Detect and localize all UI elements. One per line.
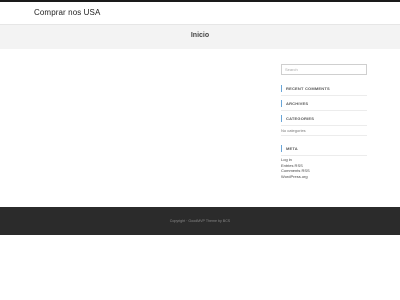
page-banner: Inicio [0, 24, 400, 49]
site-footer: Copyright · GoodMVP Theme by BCS [0, 207, 400, 235]
widget-divider [281, 155, 367, 156]
site-header: Comprar nos USA [0, 2, 400, 24]
widget-divider [281, 95, 367, 96]
meta-link-comments-rss[interactable]: Comments RSS [281, 168, 310, 174]
footer-copyright: Copyright · GoodMVP Theme by BCS [169, 219, 231, 223]
widget-divider [281, 110, 367, 111]
no-categories-text: No categories [281, 128, 306, 133]
site-title-link[interactable]: Comprar nos USA [34, 8, 100, 17]
search-input[interactable] [281, 64, 367, 75]
widget-title-archives: ARCHIVES [281, 100, 367, 107]
meta-link-wordpress-org[interactable]: WordPress.org [281, 174, 310, 180]
widget-title-recent-comments: RECENT COMMENTS [281, 85, 367, 92]
widget-divider [281, 135, 367, 136]
widget-title-meta: META [281, 145, 367, 152]
widget-divider [281, 125, 367, 126]
sidebar: RECENT COMMENTS ARCHIVES CATEGORIES No c… [281, 64, 367, 179]
widget-title-categories: CATEGORIES [281, 115, 367, 122]
meta-links-list: Log in Entries RSS Comments RSS WordPres… [281, 157, 310, 179]
page-title: Inicio [190, 32, 210, 39]
